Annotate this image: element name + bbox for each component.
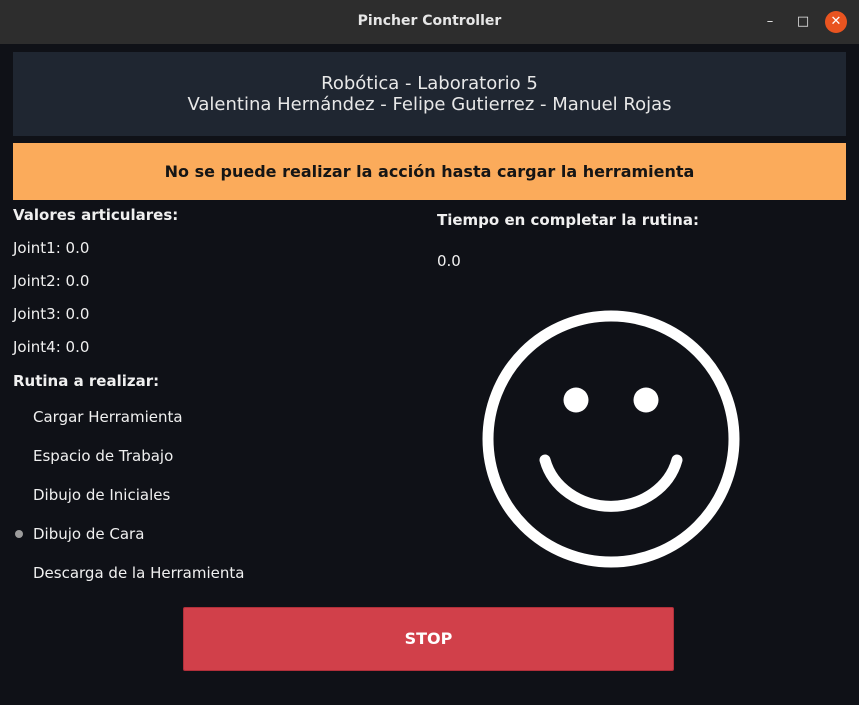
radio-indicator[interactable] (15, 413, 23, 421)
authors: Valentina Hernández - Felipe Gutierrez -… (187, 94, 672, 115)
radio-label: Dibujo de Iniciales (33, 486, 171, 504)
radio-indicator[interactable] (15, 491, 23, 499)
time-title: Tiempo en completar la rutina: (437, 211, 699, 229)
radio-indicator[interactable] (15, 452, 23, 460)
radio-indicator[interactable] (15, 569, 23, 577)
routine-title: Rutina a realizar: (13, 372, 160, 390)
header-panel: Robótica - Laboratorio 5 Valentina Herná… (13, 52, 846, 136)
radio-label: Cargar Herramienta (33, 408, 183, 426)
radio-indicator-checked[interactable] (15, 530, 23, 538)
warning-banner: No se puede realizar la acción hasta car… (13, 143, 846, 200)
joints-title: Valores articulares: (13, 206, 179, 224)
close-icon[interactable]: ✕ (825, 11, 847, 33)
course-title: Robótica - Laboratorio 5 (321, 73, 538, 94)
joint4-value: Joint4: 0.0 (13, 338, 90, 356)
minimize-icon[interactable]: – (759, 11, 781, 33)
radio-label: Espacio de Trabajo (33, 447, 174, 465)
smiley-face-icon (482, 310, 740, 568)
window-title: Pincher Controller (357, 13, 502, 29)
radio-label: Dibujo de Cara (33, 525, 145, 543)
stop-button[interactable]: STOP (183, 607, 674, 671)
joint1-value: Joint1: 0.0 (13, 239, 90, 257)
maximize-icon[interactable]: □ (792, 11, 814, 33)
radio-label: Descarga de la Herramienta (33, 564, 245, 582)
app-window: Pincher Controller – □ ✕ Robótica - Labo… (0, 0, 859, 705)
time-value: 0.0 (437, 252, 461, 270)
title-bar[interactable]: Pincher Controller – □ ✕ (0, 0, 859, 44)
joint3-value: Joint3: 0.0 (13, 305, 90, 323)
joint2-value: Joint2: 0.0 (13, 272, 90, 290)
